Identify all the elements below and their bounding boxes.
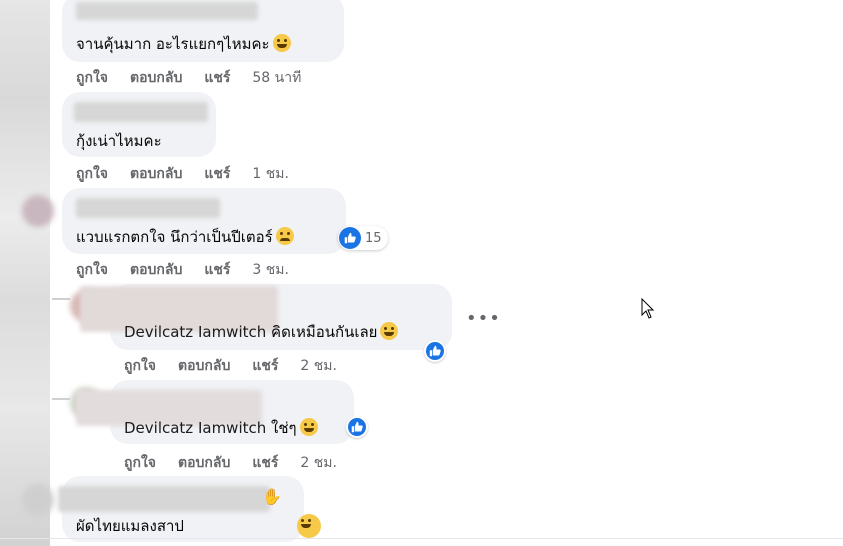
laughing-emoji[interactable]: [297, 514, 321, 538]
commenter-name-redacted[interactable]: [58, 486, 270, 512]
like-button[interactable]: ถูกใจ: [76, 67, 108, 89]
commenter-name-redacted[interactable]: [74, 102, 208, 122]
comment-text: ผัดไทยแมลงสาป: [76, 517, 184, 535]
reply-button[interactable]: ตอบกลับ: [130, 67, 182, 89]
comment-text: แวบแรกตกใจ นึกว่าเป็นปีเตอร์: [76, 228, 273, 246]
share-button[interactable]: แชร์: [204, 67, 230, 89]
reply-bubble: Devilcatz Iamwitch คิดเหมือนกันเลย: [80, 284, 452, 350]
waving-hand-icon: ✋: [262, 487, 282, 506]
commenter-name-redacted[interactable]: [76, 198, 220, 218]
timestamp[interactable]: 3 ชม.: [252, 259, 289, 281]
like-button[interactable]: ถูกใจ: [124, 355, 156, 377]
comment-actions: ถูกใจ ตอบกลับ แชร์ 1 ชม.: [76, 163, 289, 185]
like-button[interactable]: ถูกใจ: [76, 259, 108, 281]
reply-button[interactable]: ตอบกลับ: [178, 452, 230, 474]
like-reaction-icon: [339, 227, 361, 249]
comment-text: จานคุ้นมาก อะไรแยกๆไหมคะ: [76, 35, 270, 53]
reaction-count-value: 15: [365, 230, 382, 246]
share-button[interactable]: แชร์: [252, 452, 278, 474]
reply-bubble: Devilcatz Iamwitch ใช่ๆ: [76, 380, 354, 444]
comment-bubble: จานคุ้นมาก อะไรแยกๆไหมคะ: [62, 0, 344, 62]
like-button[interactable]: ถูกใจ: [124, 452, 156, 474]
reply-text: ใช่ๆ: [271, 419, 297, 437]
timestamp[interactable]: 2 ชม.: [300, 452, 337, 474]
sad-emoji: [275, 227, 294, 245]
comment-text: กุ้งเน่าไหมคะ: [76, 132, 162, 150]
reply-button[interactable]: ตอบกลับ: [178, 355, 230, 377]
commenter-name-redacted[interactable]: [76, 2, 258, 20]
mention-link[interactable]: Devilcatz Iamwitch: [124, 323, 266, 341]
timestamp[interactable]: 2 ชม.: [300, 355, 337, 377]
timestamp[interactable]: 58 นาที: [252, 67, 301, 89]
left-avatar-column: [0, 0, 50, 546]
more-options-button[interactable]: •••: [466, 308, 501, 329]
thread-connector: [52, 398, 70, 400]
comment-bubble: ผัดไทยแมลงสาป: [58, 476, 304, 542]
like-reaction-icon[interactable]: [346, 416, 368, 438]
share-button[interactable]: แชร์: [204, 163, 230, 185]
like-reaction-icon[interactable]: [424, 340, 446, 362]
grinning-sweat-emoji: [272, 34, 291, 52]
comment-actions: ถูกใจ ตอบกลับ แชร์ 58 นาที: [76, 67, 301, 89]
thread-connector: [52, 298, 70, 300]
share-button[interactable]: แชร์: [204, 259, 230, 281]
reply-actions: ถูกใจ ตอบกลับ แชร์ 2 ชม.: [124, 355, 337, 377]
comment-actions: ถูกใจ ตอบกลับ แชร์ 3 ชม.: [76, 259, 289, 281]
avatar[interactable]: [22, 195, 54, 227]
mention-link[interactable]: Devilcatz Iamwitch: [124, 419, 266, 437]
reply-button[interactable]: ตอบกลับ: [130, 163, 182, 185]
comment-bubble: แวบแรกตกใจ นึกว่าเป็นปีเตอร์: [62, 188, 346, 254]
grinning-sweat-emoji: [299, 418, 318, 436]
reply-button[interactable]: ตอบกลับ: [130, 259, 182, 281]
comment-bubble: กุ้งเน่าไหมคะ: [62, 92, 216, 157]
timestamp[interactable]: 1 ชม.: [252, 163, 289, 185]
reply-actions: ถูกใจ ตอบกลับ แชร์ 2 ชม.: [124, 452, 337, 474]
share-button[interactable]: แชร์: [252, 355, 278, 377]
divider: [0, 538, 843, 539]
reaction-count[interactable]: 15: [338, 226, 388, 250]
reply-text: คิดเหมือนกันเลย: [271, 323, 378, 341]
like-button[interactable]: ถูกใจ: [76, 163, 108, 185]
mouse-cursor-icon: [641, 298, 655, 319]
laughing-emoji: [380, 322, 399, 340]
avatar[interactable]: [22, 484, 54, 516]
